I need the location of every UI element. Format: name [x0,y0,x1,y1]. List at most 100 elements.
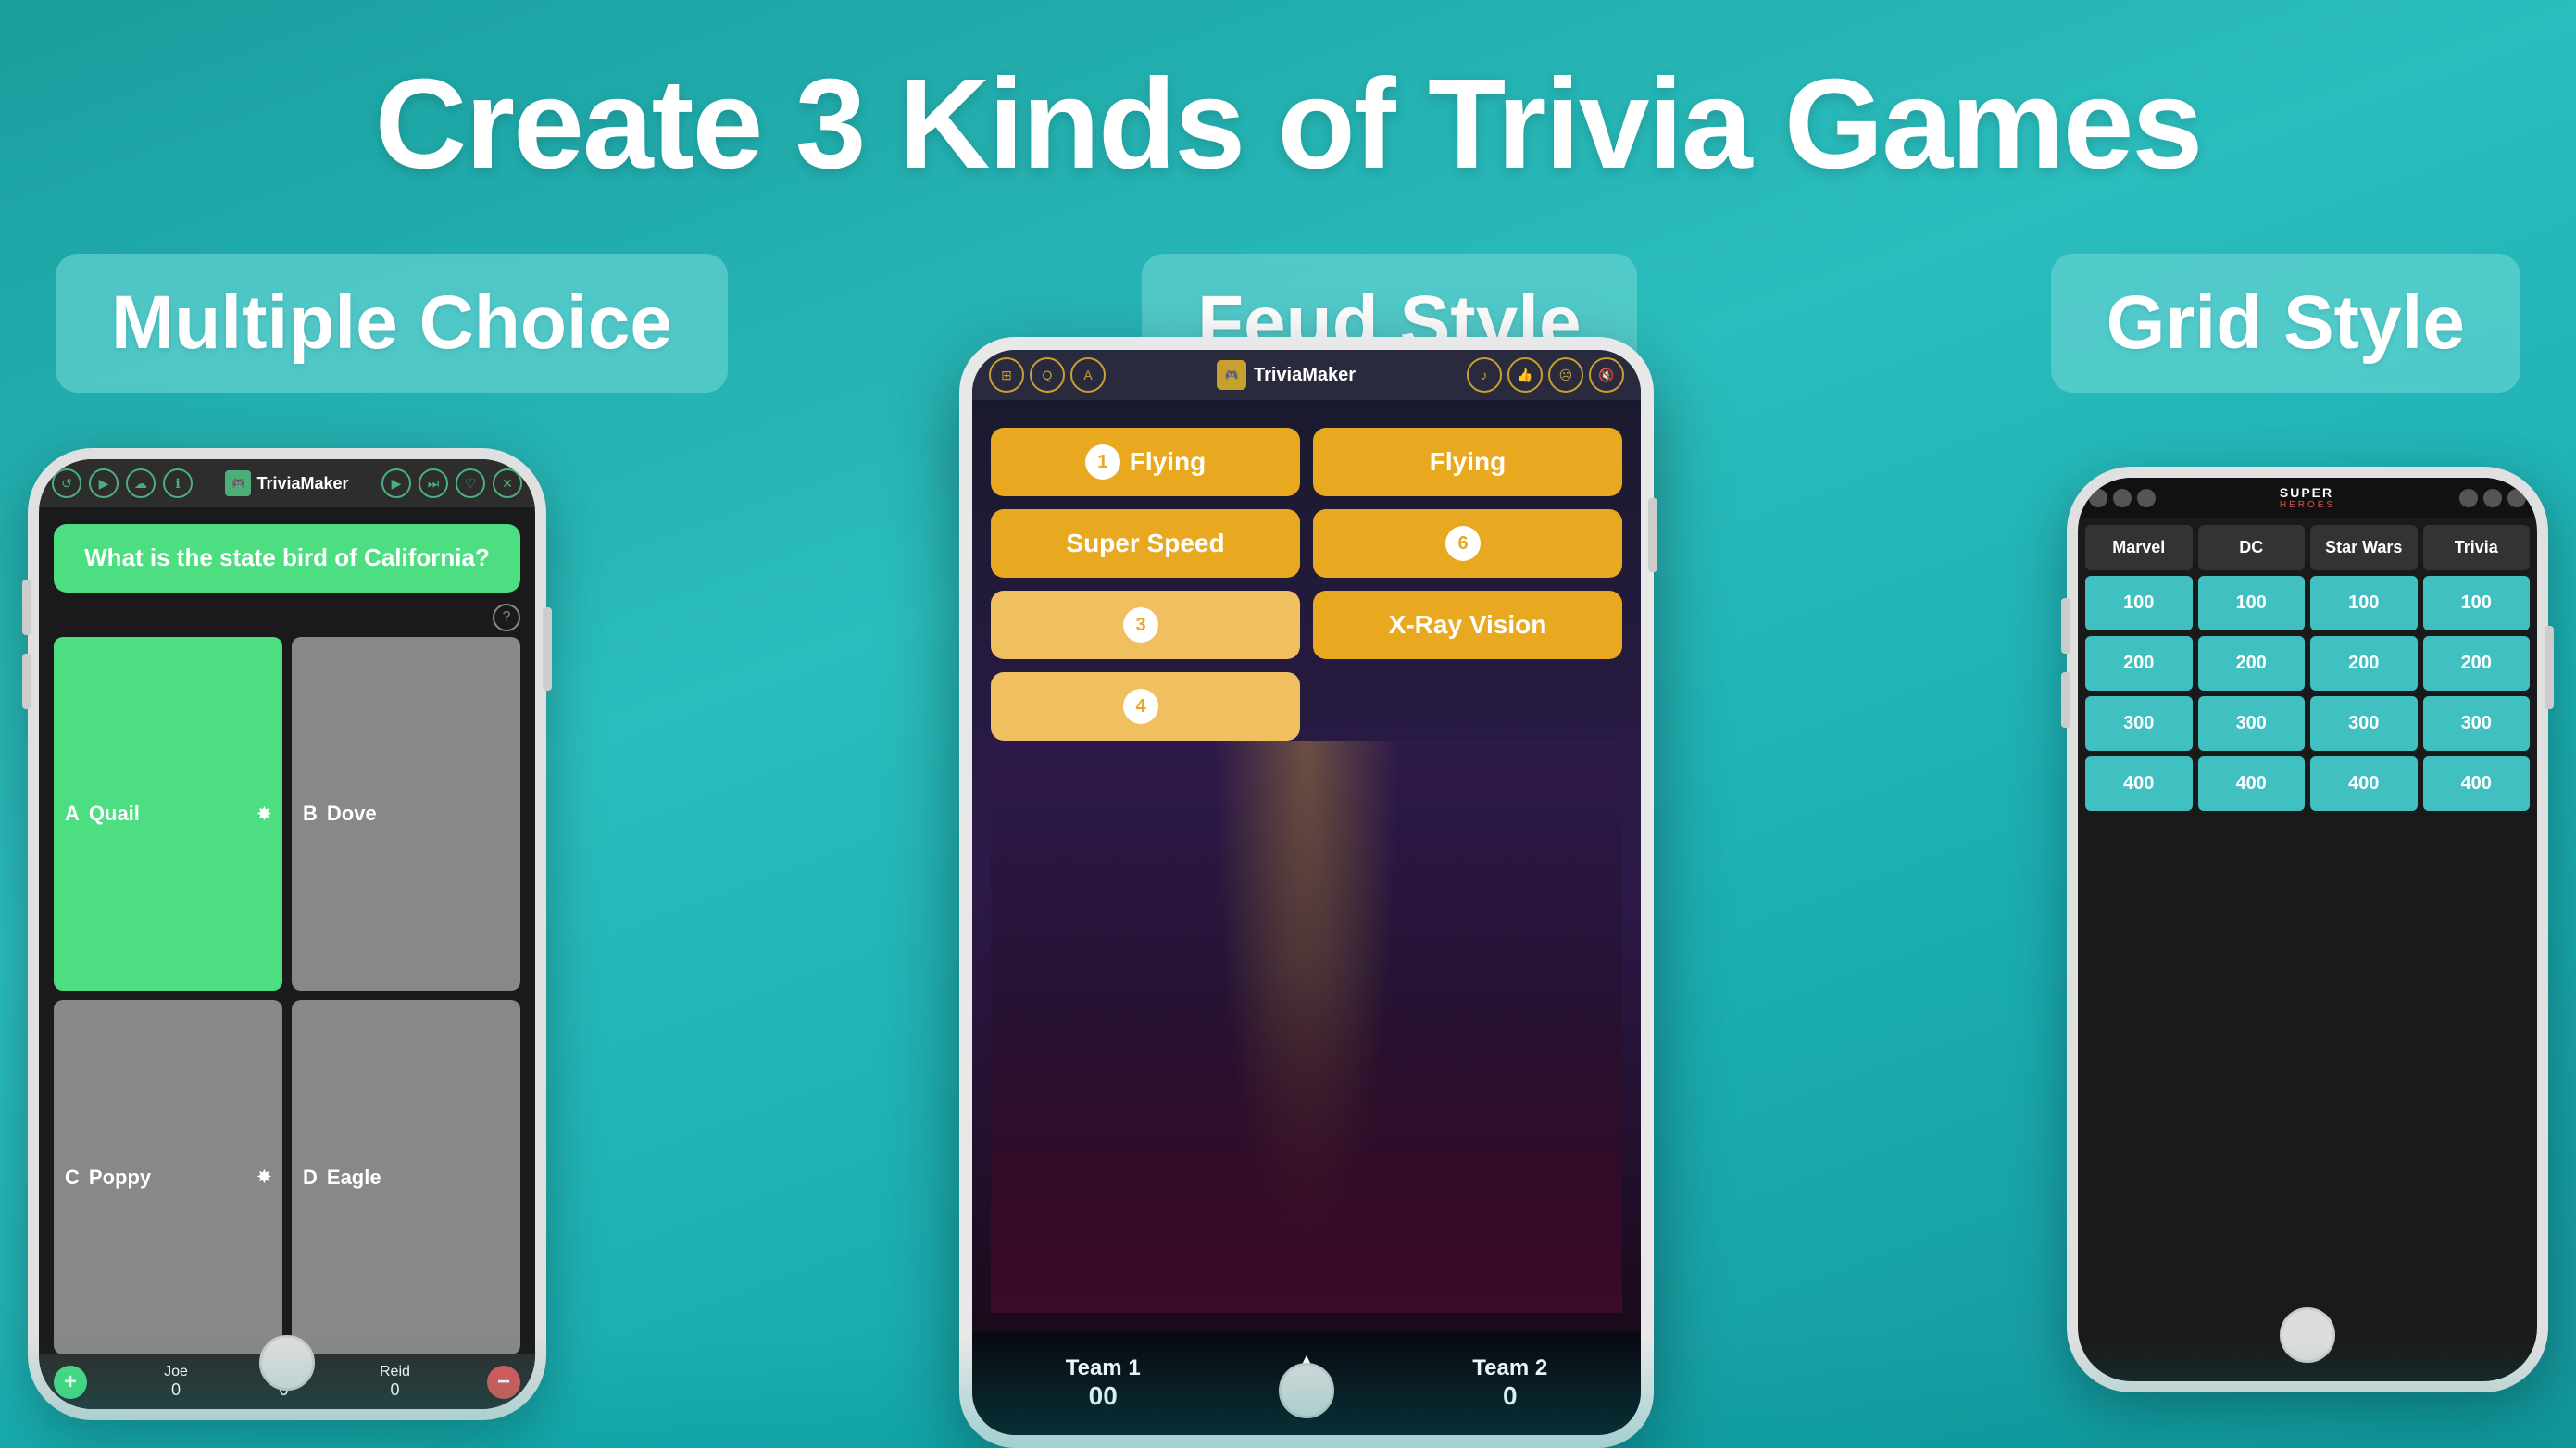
grid-cell-0-3[interactable]: 100 [2423,576,2531,630]
grid-left-icons [2089,489,2156,507]
mc-icon-1[interactable]: ↺ [52,468,81,498]
grid-cell-0-0[interactable]: 100 [2085,576,2193,630]
phone-right-power [2545,626,2554,709]
phone-right-vol-down [2061,672,2070,728]
mc-answer-a-letter: A [65,802,80,826]
feud-answer-6[interactable]: X-Ray Vision [1313,591,1622,659]
grid-logo-sub: HEROES [2280,500,2335,510]
tablet-side-btn [1648,498,1657,572]
grid-cell-0-1[interactable]: 100 [2198,576,2306,630]
mc-answer-a[interactable]: A Quail ✸ [54,637,282,992]
grid-cell-3-2[interactable]: 400 [2310,756,2418,811]
mc-answer-d-text: Eagle [327,1166,381,1190]
mc-answer-c[interactable]: C Poppy ✸ [54,1000,282,1354]
mc-help-area: ? [39,604,535,637]
feud-emoji-icon[interactable]: ☹ [1548,357,1583,393]
feud-a-icon[interactable]: A [1070,357,1106,393]
feud-answer-7[interactable]: 4 [991,672,1300,741]
tablet-feud: ⊞ Q A 🎮 TriviaMaker ♪ 👍 ☹ 🔇 [959,337,1654,1448]
grid-cell-3-0[interactable]: 400 [2085,756,2193,811]
feud-text-6: X-Ray Vision [1389,610,1547,640]
grid-screen: SUPER HEROES Marvel DC Star Wars Trivia [2078,478,2537,1381]
feud-answer-3[interactable]: Super Speed [991,509,1300,578]
feud-answer-2[interactable]: Flying [1313,428,1622,496]
feud-text-1: Flying [1130,447,1206,477]
feud-music-icon[interactable]: ♪ [1467,357,1502,393]
grid-icon-5[interactable] [2483,489,2502,507]
grid-header-row: Marvel DC Star Wars Trivia [2085,525,2530,570]
mc-help-btn[interactable]: ? [493,604,520,631]
grid-col-marvel: Marvel [2085,525,2193,570]
grid-icon-2[interactable] [2113,489,2132,507]
feud-logo: 🎮 TriviaMaker [1217,360,1356,390]
feud-num-6: 6 [1445,526,1481,561]
mc-topbar: ↺ ▶ ☁ ℹ 🎮 TriviaMaker ▶ ⏭ ♡ ✕ [39,459,535,507]
feud-q-icon[interactable]: Q [1030,357,1065,393]
grid-icon-3[interactable] [2137,489,2156,507]
grid-row-400: 400 400 400 400 [2085,756,2530,811]
feud-num-1: 1 [1085,444,1120,480]
feud-answer-4[interactable]: 6 [1313,509,1622,578]
mc-logo: 🎮 TriviaMaker [225,470,348,496]
grid-logo-area: SUPER HEROES [2280,485,2335,510]
feud-text-2: Flying [1430,447,1506,477]
feud-mute-icon[interactable]: 🔇 [1589,357,1624,393]
feud-game-area: 1 Flying Flying Super Speed 6 3 [972,400,1641,1331]
feud-left-icons: ⊞ Q A [989,357,1106,393]
mc-answer-a-text: Quail [89,802,140,826]
page-title: Create 3 Kinds of Trivia Games [0,0,2576,198]
feud-grid-icon[interactable]: ⊞ [989,357,1024,393]
mc-icon-4[interactable]: ℹ [163,468,193,498]
stage-curtain [991,969,1622,1313]
grid-row-100: 100 100 100 100 [2085,576,2530,630]
grid-topbar: SUPER HEROES [2078,478,2537,518]
feud-screen: ⊞ Q A 🎮 TriviaMaker ♪ 👍 ☹ 🔇 [972,350,1641,1435]
grid-col-trivia: Trivia [2423,525,2531,570]
grid-icon-1[interactable] [2089,489,2107,507]
mc-icon-8[interactable]: ✕ [493,468,522,498]
grid-cell-1-0[interactable]: 200 [2085,636,2193,691]
grid-row-300: 300 300 300 300 [2085,696,2530,751]
mc-icon-2[interactable]: ▶ [89,468,119,498]
feud-app-name: TriviaMaker [1254,365,1356,386]
mc-answer-d[interactable]: D Eagle [292,1000,520,1354]
feud-num-3: 3 [1123,607,1158,643]
mc-icon-7[interactable]: ♡ [456,468,485,498]
grid-col-dc: DC [2198,525,2306,570]
phone-grid: SUPER HEROES Marvel DC Star Wars Trivia [2067,467,2548,1392]
mc-answer-c-letter: C [65,1166,80,1190]
feud-logo-box: 🎮 [1217,360,1246,390]
grid-cell-2-1[interactable]: 300 [2198,696,2306,751]
phone-power-btn [543,607,552,691]
feud-thumbsup-icon[interactable]: 👍 [1507,357,1543,393]
reflection [0,1337,2576,1448]
feud-answer-1[interactable]: 1 Flying [991,428,1300,496]
mc-answer-b[interactable]: B Dove [292,637,520,992]
grid-col-starwars: Star Wars [2310,525,2418,570]
grid-right-icons [2459,489,2526,507]
grid-cell-2-3[interactable]: 300 [2423,696,2531,751]
grid-cell-1-3[interactable]: 200 [2423,636,2531,691]
mc-icon-3[interactable]: ☁ [126,468,156,498]
grid-cell-2-0[interactable]: 300 [2085,696,2193,751]
grid-cell-3-3[interactable]: 400 [2423,756,2531,811]
devices-container: ↺ ▶ ☁ ℹ 🎮 TriviaMaker ▶ ⏭ ♡ ✕ What is th… [0,337,2576,1448]
mc-icon-5[interactable]: ▶ [381,468,411,498]
mc-answer-c-text: Poppy [89,1166,151,1190]
mc-logo-icon: 🎮 [225,470,251,496]
grid-icon-6[interactable] [2507,489,2526,507]
phone-volume-down [22,654,31,709]
grid-cell-2-2[interactable]: 300 [2310,696,2418,751]
grid-cell-1-2[interactable]: 200 [2310,636,2418,691]
grid-cell-0-2[interactable]: 100 [2310,576,2418,630]
grid-icon-4[interactable] [2459,489,2478,507]
mc-icon-6[interactable]: ⏭ [419,468,448,498]
grid-row-200: 200 200 200 200 [2085,636,2530,691]
grid-cell-3-1[interactable]: 400 [2198,756,2306,811]
feud-answer-5[interactable]: 3 [991,591,1300,659]
mc-answer-a-mark: ✸ [257,805,271,824]
mc-answer-b-letter: B [303,802,318,826]
phone-multiple-choice: ↺ ▶ ☁ ℹ 🎮 TriviaMaker ▶ ⏭ ♡ ✕ What is th… [28,448,546,1420]
feud-stage [991,741,1622,1313]
grid-cell-1-1[interactable]: 200 [2198,636,2306,691]
